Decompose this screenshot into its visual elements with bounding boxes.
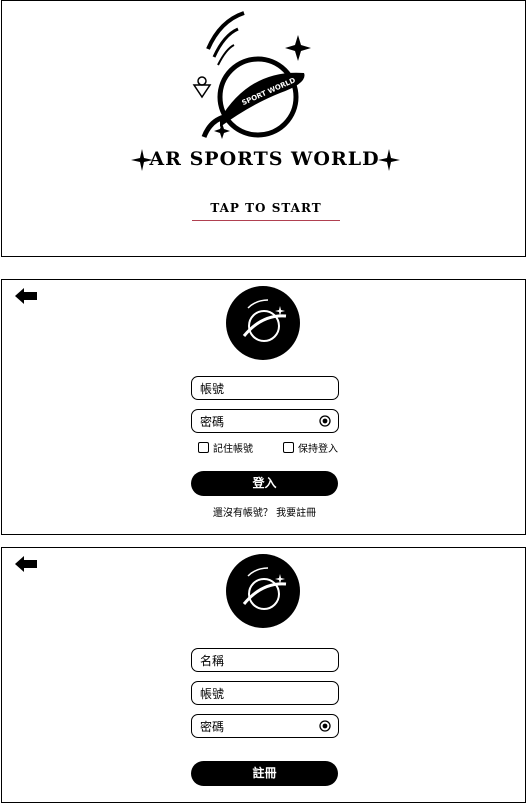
circle-logo	[226, 286, 300, 360]
password-field[interactable]: 密碼	[191, 714, 339, 738]
title-row: AR SPORTS WORLD	[2, 146, 527, 176]
remember-label: 記住帳號	[213, 444, 253, 455]
name-field[interactable]: 名稱	[191, 648, 339, 672]
register-button[interactable]: 註冊	[191, 761, 338, 786]
account-field[interactable]: 帳號	[191, 376, 339, 400]
login-button[interactable]: 登入	[191, 471, 338, 496]
register-screen: 名稱 帳號 密碼 註冊	[1, 547, 526, 803]
account-placeholder: 帳號	[200, 687, 225, 701]
eye-icon[interactable]	[319, 720, 331, 732]
checkbox-box[interactable]	[283, 442, 294, 453]
sport-world-logo: SPORT WORLD	[192, 11, 311, 139]
account-placeholder: 帳號	[200, 382, 225, 396]
password-placeholder: 密碼	[200, 415, 225, 429]
eye-icon[interactable]	[319, 415, 331, 427]
start-screen: SPORT WORLD AR SPORTS WORLD TAP TO START	[1, 0, 526, 257]
password-field[interactable]: 密碼	[191, 409, 339, 433]
password-placeholder: 密碼	[200, 720, 225, 734]
tap-to-start-button[interactable]: TAP TO START	[192, 201, 340, 221]
back-arrow-icon[interactable]	[15, 556, 39, 572]
circle-logo	[226, 554, 300, 628]
keep-login-label: 保持登入	[298, 444, 338, 455]
no-account-text: 還沒有帳號？	[212, 508, 273, 519]
sparkle-icon	[378, 149, 400, 171]
register-prompt: 還沒有帳號？ 我要註冊	[2, 504, 527, 519]
account-field[interactable]: 帳號	[191, 681, 339, 705]
app-title: AR SPORTS WORLD	[149, 148, 380, 170]
remember-account-checkbox[interactable]: 記住帳號	[198, 440, 253, 455]
login-screen: 帳號 密碼 記住帳號 保持登入 登入 還沒有帳號？ 我要註冊	[1, 279, 526, 535]
back-arrow-icon[interactable]	[15, 288, 39, 304]
name-placeholder: 名稱	[200, 654, 225, 668]
checkbox-box[interactable]	[198, 442, 209, 453]
keep-login-checkbox[interactable]: 保持登入	[283, 440, 338, 455]
register-link[interactable]: 我要註冊	[276, 508, 316, 519]
